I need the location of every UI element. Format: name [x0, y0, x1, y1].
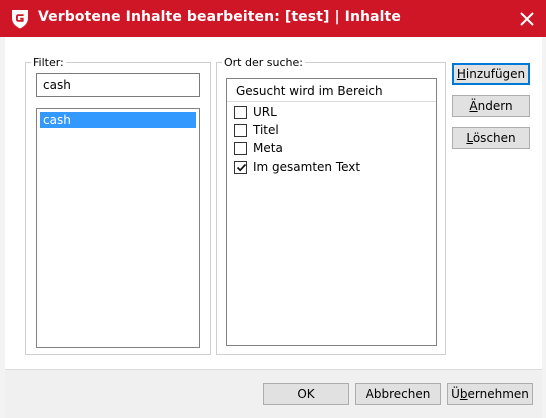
list-item[interactable]: cash: [40, 112, 196, 128]
filter-listbox[interactable]: cash: [36, 108, 200, 348]
meta-checkbox[interactable]: [234, 142, 247, 155]
window-title: Verbotene Inhalte bearbeiten: [test] | I…: [38, 9, 401, 25]
header-divider: [227, 101, 436, 102]
filter-input[interactable]: cash: [36, 73, 200, 97]
checkmark-icon: [236, 163, 247, 172]
url-label: URL: [253, 105, 277, 119]
url-checkbox[interactable]: [234, 106, 247, 119]
search-location-header: Gesucht wird im Bereich: [236, 84, 383, 98]
title-bar[interactable]: Verbotene Inhalte bearbeiten: [test] | I…: [0, 0, 546, 37]
titel-checkbox[interactable]: [234, 124, 247, 137]
full-text-label: Im gesamten Text: [253, 160, 361, 174]
meta-label: Meta: [253, 141, 283, 155]
ok-button[interactable]: OK: [263, 383, 349, 405]
search-location-group-label: Ort der suche:: [222, 56, 305, 69]
search-location-panel: Gesucht wird im Bereich URL Titel Meta I…: [226, 78, 437, 346]
add-button[interactable]: Hinzufügen: [452, 63, 530, 85]
delete-button[interactable]: Löschen: [452, 127, 530, 149]
full-text-checkbox[interactable]: [234, 161, 247, 174]
cancel-button[interactable]: Abbrechen: [355, 383, 441, 405]
titel-label: Titel: [253, 123, 279, 137]
filter-group-label: Filter:: [31, 56, 66, 69]
apply-button[interactable]: Übernehmen: [447, 383, 533, 405]
window-right-border: [542, 37, 546, 418]
close-icon[interactable]: [514, 6, 540, 32]
gdata-logo-icon: [12, 10, 28, 29]
change-button[interactable]: Ändern: [452, 95, 530, 117]
